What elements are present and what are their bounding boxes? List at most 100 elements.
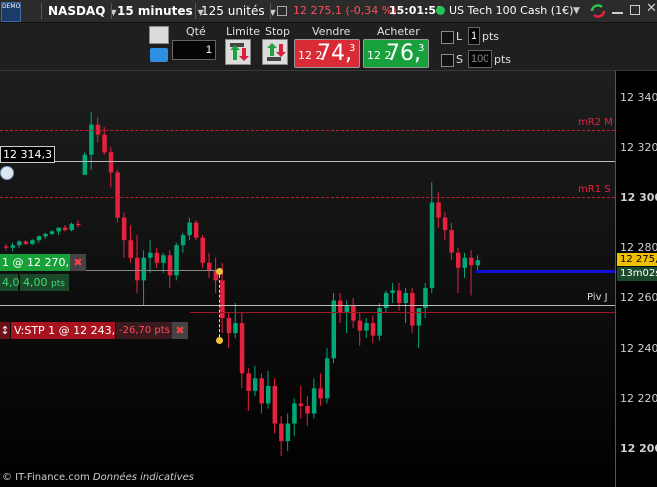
candle-up	[187, 222, 192, 236]
stop-order-label[interactable]: V:STP 1 @ 12 243,6	[11, 322, 122, 339]
separator	[111, 3, 112, 19]
buy-pl-value: 4,00	[23, 276, 48, 289]
current-price-line	[476, 270, 615, 273]
candle-up	[148, 252, 153, 258]
maximize-icon[interactable]	[630, 5, 640, 15]
candle-down	[397, 290, 402, 303]
cancel-stop-order-icon[interactable]: ✖	[172, 322, 188, 339]
level-line	[0, 161, 615, 162]
cancel-buy-order-icon[interactable]: ✖	[70, 254, 86, 271]
candle-up	[331, 300, 336, 359]
candle-down	[62, 227, 68, 231]
candle-down	[455, 252, 461, 268]
current-price-tag: 12 275,	[617, 253, 657, 266]
y-tick: 12 260	[620, 291, 657, 304]
units-selector[interactable]: 125 unités ▼	[201, 0, 276, 22]
sell-price-main: 74,	[317, 41, 352, 66]
candle-down	[108, 152, 114, 173]
buy-button[interactable]: 12 2 76, 3	[363, 39, 429, 68]
candle-up	[266, 385, 271, 404]
order-marker[interactable]	[216, 337, 223, 344]
candle-up	[311, 388, 317, 414]
candle-down	[128, 240, 133, 258]
alarm-clock-icon[interactable]	[0, 166, 14, 180]
last-price-value: 12 275,1	[293, 4, 342, 17]
mr1-level-label: mR1 S	[578, 184, 611, 195]
buy-pl-a: 4,0	[0, 274, 20, 291]
order-marker[interactable]	[216, 268, 223, 275]
candle-down	[200, 237, 205, 263]
separator	[41, 3, 42, 19]
buy-price-exp: 3	[418, 43, 425, 54]
y-tick: 12 200	[620, 442, 657, 455]
stop-checkbox[interactable]	[441, 54, 454, 67]
candle-up	[390, 290, 395, 293]
candle-down	[442, 217, 448, 231]
interval-selector[interactable]: 15 minutes ▼	[117, 0, 204, 22]
candle-down	[193, 222, 199, 238]
separator	[195, 3, 196, 19]
limit-order-button[interactable]	[225, 39, 251, 65]
instrument-selector[interactable]: NASDAQ ▼	[48, 0, 117, 22]
price-chart[interactable]	[0, 71, 615, 487]
stop-label: Stop	[265, 25, 291, 38]
mr2-level-line	[0, 130, 615, 131]
candle-up	[69, 223, 74, 231]
footer-note: Données indicatives	[92, 472, 194, 483]
candle-down	[357, 320, 363, 331]
l-points-input[interactable]	[468, 27, 480, 45]
candle-up	[43, 233, 48, 237]
candle-up	[403, 292, 409, 303]
candle-down	[298, 403, 304, 406]
instrument-label: NASDAQ	[48, 4, 106, 18]
wrench-icon[interactable]	[149, 26, 169, 44]
top-toolbar: DEMO NASDAQ ▼ 15 minutes ▼ 125 unités ▼ 12 …	[0, 0, 657, 23]
s-points-input[interactable]	[468, 50, 492, 68]
buy-order-label[interactable]: 1 @ 12 270,3	[0, 254, 76, 271]
sell-button[interactable]: 12 2 74, 3	[294, 39, 360, 68]
candle-down	[305, 405, 310, 414]
candle-up	[17, 241, 22, 246]
close-icon[interactable]: ✕	[646, 1, 657, 16]
candle-down	[370, 323, 376, 336]
candle-up	[82, 154, 88, 175]
product-menu-chevron-icon[interactable]: ▼	[573, 0, 580, 22]
candle-down	[154, 252, 160, 263]
minimize-icon[interactable]	[612, 12, 623, 14]
candle-up	[49, 231, 55, 234]
candle-up	[416, 308, 422, 326]
stop-order-button[interactable]	[262, 39, 288, 65]
sell-price-exp: 3	[349, 43, 356, 54]
y-tick: 12 240	[620, 342, 657, 355]
candle-up	[285, 423, 291, 442]
candle-down	[279, 423, 284, 442]
keyboard-icon[interactable]	[150, 48, 168, 62]
pts-label: pts	[482, 30, 500, 43]
qty-input[interactable]	[172, 40, 216, 60]
candle-down	[23, 241, 29, 244]
candle-up	[324, 358, 330, 399]
price-axis[interactable]: 12 340 12 320 12 300 12 280 12 260 12 24…	[615, 71, 657, 487]
candle-down	[246, 373, 251, 391]
interval-label: 15 minutes	[117, 4, 193, 18]
candle-up	[252, 378, 258, 391]
mr2-level-label: mR2 M	[578, 117, 613, 128]
candle-up	[56, 227, 61, 232]
y-tick: 12 300	[620, 191, 657, 204]
candle-down	[469, 257, 474, 266]
buy-pl: 4,00 pts	[20, 274, 69, 291]
candle-up	[233, 323, 238, 334]
limit-checkbox[interactable]	[441, 31, 454, 44]
y-tick: 12 320	[620, 141, 657, 154]
units-label: 125 unités	[201, 4, 265, 18]
qty-label: Qté	[186, 25, 206, 38]
status-dot-icon	[436, 6, 445, 15]
sync-icon[interactable]	[589, 2, 607, 20]
candle-down	[351, 305, 356, 321]
pivot-level-label: Piv J	[587, 292, 608, 303]
level-price-box: 12 314,3	[0, 146, 55, 163]
drag-handle-icon[interactable]: ↕	[0, 322, 10, 339]
candle-up	[292, 403, 297, 424]
candle-down	[436, 202, 441, 218]
demo-label: DEMO	[2, 3, 21, 10]
